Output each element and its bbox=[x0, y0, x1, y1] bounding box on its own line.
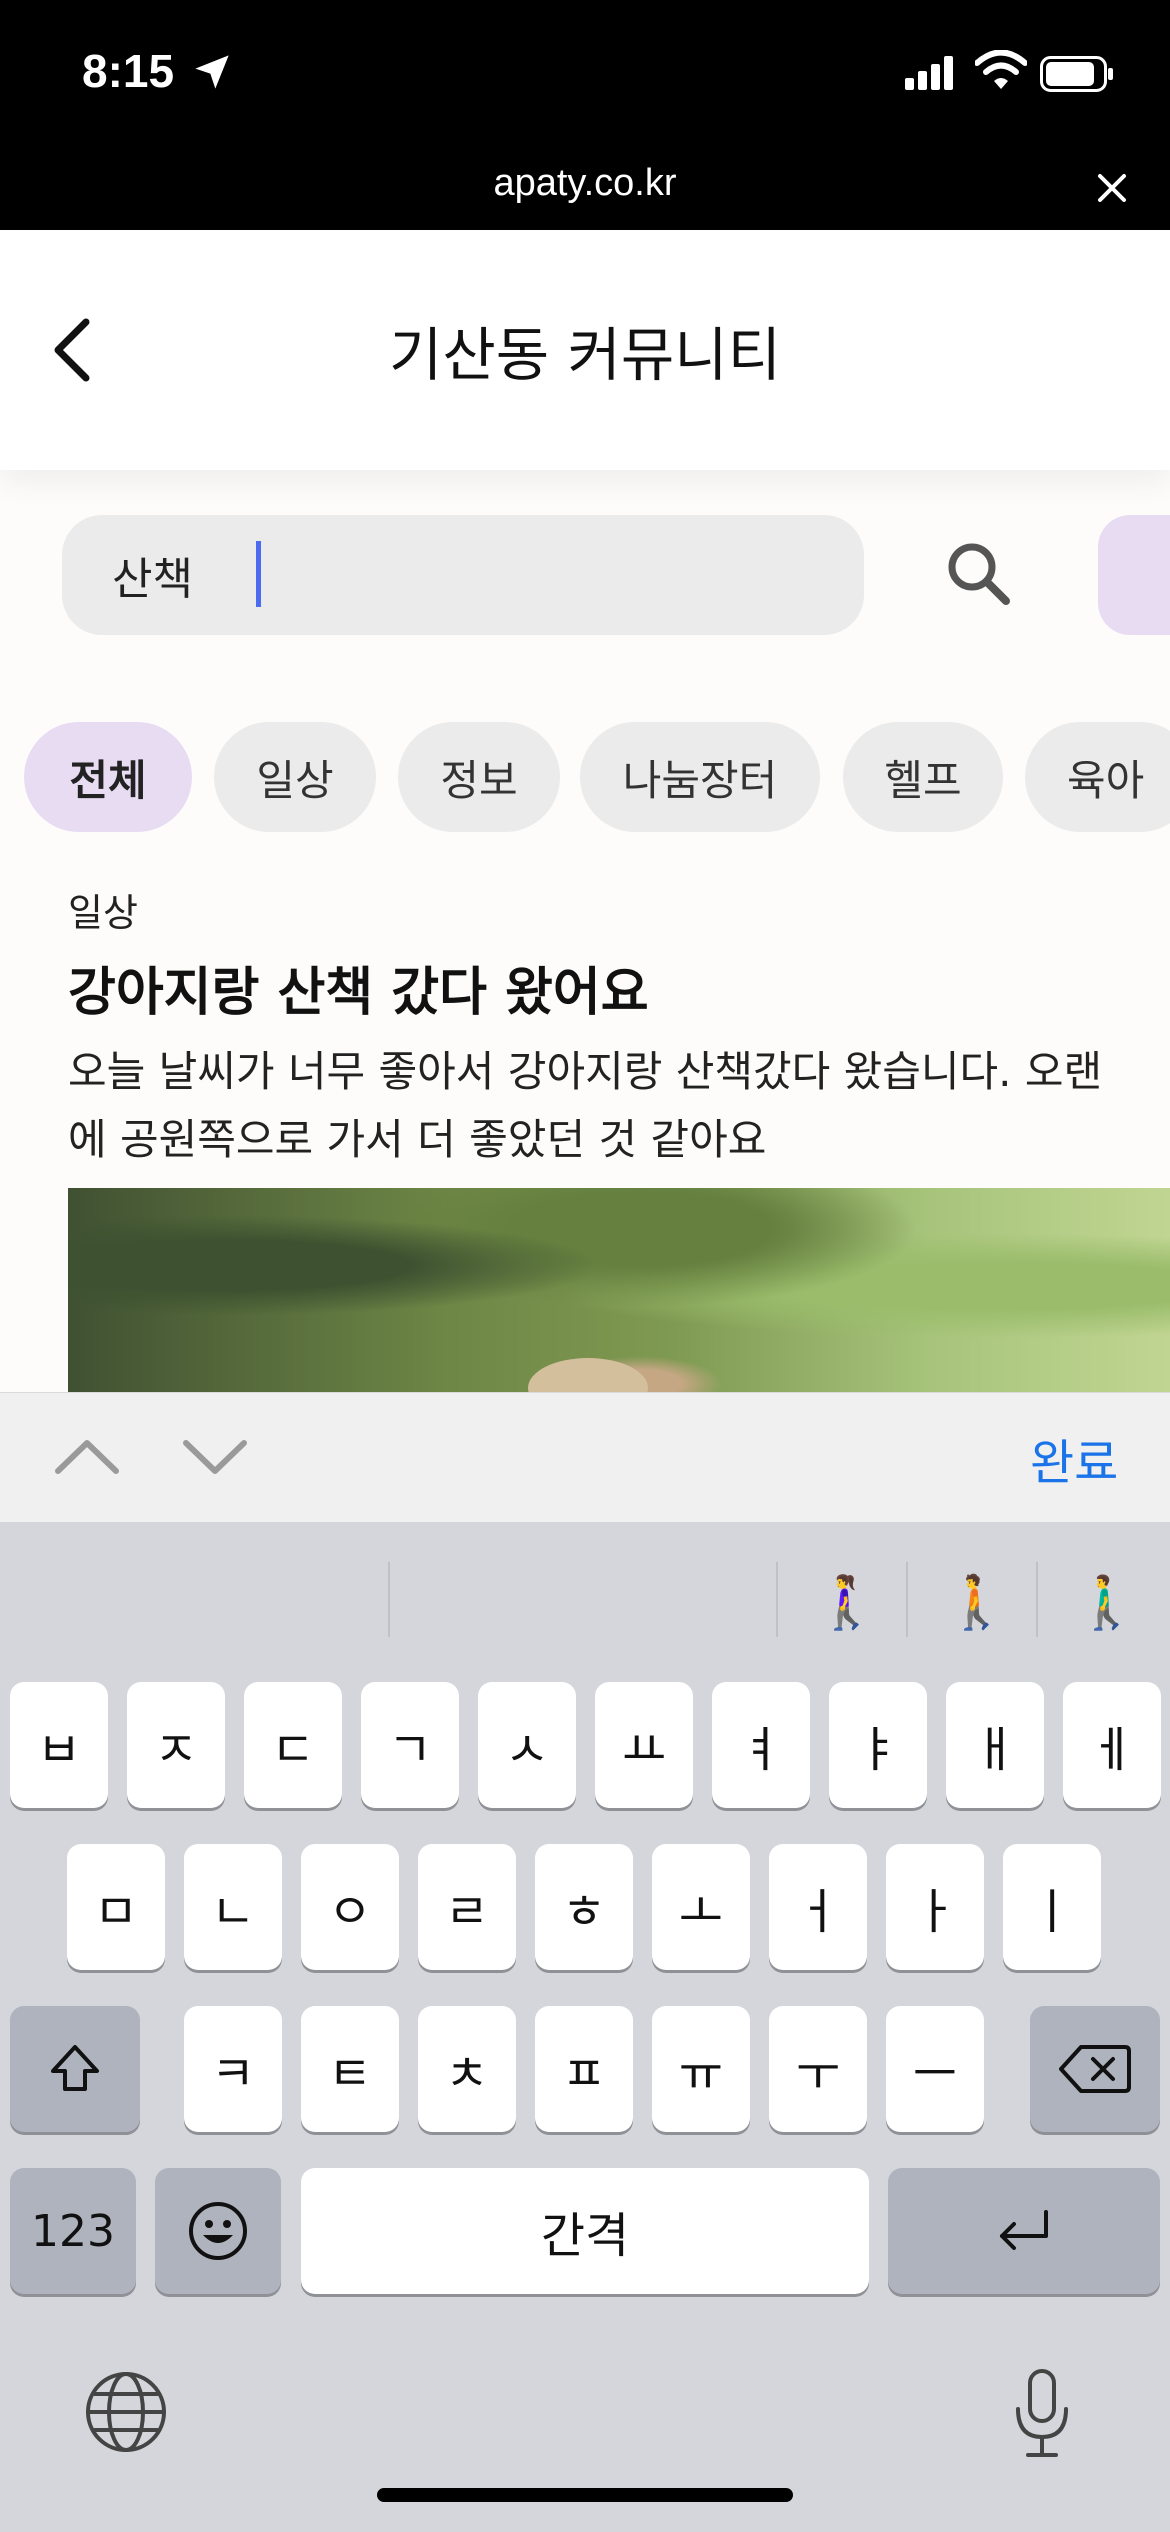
key[interactable]: ㅊ bbox=[418, 2006, 516, 2132]
prediction-bar: 🚶‍♀️ 🚶 🚶‍♂️ bbox=[0, 1522, 1170, 1672]
text-caret bbox=[256, 541, 261, 607]
emoji-suggestion[interactable]: 🚶‍♀️ bbox=[814, 1572, 879, 1633]
key[interactable]: ㅗ bbox=[652, 1844, 750, 1970]
url-bar: apaty.co.kr bbox=[0, 150, 1170, 230]
key[interactable]: ㅑ bbox=[829, 1682, 927, 1808]
chip-help[interactable]: 헬프 bbox=[843, 722, 1003, 832]
key[interactable]: ㄱ bbox=[361, 1682, 459, 1808]
divider bbox=[906, 1562, 908, 1637]
numbers-key[interactable]: 123 bbox=[10, 2168, 136, 2294]
location-arrow-icon bbox=[192, 52, 232, 96]
divider bbox=[776, 1562, 778, 1637]
dog-photo-detail bbox=[528, 1358, 648, 1392]
key[interactable]: ㅐ bbox=[946, 1682, 1044, 1808]
home-indicator bbox=[377, 2488, 793, 2502]
chevron-down-icon[interactable] bbox=[180, 1431, 250, 1485]
key[interactable]: ㅣ bbox=[1003, 1844, 1101, 1970]
chevron-up-icon[interactable] bbox=[52, 1431, 122, 1485]
chip-info[interactable]: 정보 bbox=[398, 722, 560, 832]
shift-icon bbox=[51, 2045, 99, 2091]
search-icon[interactable] bbox=[940, 535, 1020, 615]
post-body[interactable]: 오늘 날씨가 너무 좋아서 강아지랑 산책갔다 왔습니다. 오랜 에 공원쪽으로… bbox=[68, 1038, 1170, 1174]
emoji-key[interactable] bbox=[155, 2168, 281, 2294]
emoji-suggestion[interactable]: 🚶‍♂️ bbox=[1074, 1572, 1139, 1633]
post-title[interactable]: 강아지랑 산책 갔다 왔어요 bbox=[68, 950, 649, 1025]
backspace-icon bbox=[1059, 2045, 1131, 2093]
key[interactable]: ㅛ bbox=[595, 1682, 693, 1808]
post-body-line: 오늘 날씨가 너무 좋아서 강아지랑 산책갔다 왔습니다. 오랜 bbox=[68, 1047, 1103, 1096]
key[interactable]: ㅌ bbox=[301, 2006, 399, 2132]
key[interactable]: ㅅ bbox=[478, 1682, 576, 1808]
divider bbox=[1036, 1562, 1038, 1637]
chip-parenting[interactable]: 육아 bbox=[1025, 722, 1170, 832]
cellular-signal-icon bbox=[905, 56, 955, 94]
key[interactable]: ㅜ bbox=[769, 2006, 867, 2132]
smiley-icon bbox=[189, 2202, 247, 2260]
return-icon bbox=[1000, 2210, 1048, 2250]
page-title: 기산동 커뮤니티 bbox=[389, 321, 781, 389]
post-category: 일상 bbox=[68, 891, 138, 935]
key[interactable]: ㅏ bbox=[886, 1844, 984, 1970]
wifi-icon bbox=[974, 49, 1028, 94]
key[interactable]: ㅠ bbox=[652, 2006, 750, 2132]
key[interactable]: ㅔ bbox=[1063, 1682, 1161, 1808]
shift-key[interactable] bbox=[10, 2006, 140, 2132]
key[interactable]: ㅕ bbox=[712, 1682, 810, 1808]
status-time: 8:15 bbox=[82, 45, 175, 97]
key[interactable]: ㄹ bbox=[418, 1844, 516, 1970]
search-box[interactable] bbox=[62, 515, 864, 635]
microphone-icon[interactable] bbox=[1010, 2365, 1074, 2465]
category-chips: 전체 일상 정보 나눔장터 헬프 육아 bbox=[0, 722, 1170, 834]
key[interactable]: ㅇ bbox=[301, 1844, 399, 1970]
url-text: apaty.co.kr bbox=[493, 162, 677, 204]
backspace-key[interactable] bbox=[1030, 2006, 1160, 2132]
divider bbox=[388, 1562, 390, 1637]
key[interactable]: ㅡ bbox=[886, 2006, 984, 2132]
done-button[interactable]: 완료 bbox=[1030, 1423, 1118, 1493]
space-key[interactable]: 간격 bbox=[301, 2168, 869, 2294]
page-header: 기산동 커뮤니티 bbox=[0, 230, 1170, 470]
search-input[interactable] bbox=[112, 545, 660, 605]
key[interactable]: ㅂ bbox=[10, 1682, 108, 1808]
close-icon[interactable] bbox=[1092, 168, 1132, 212]
emoji-suggestion[interactable]: 🚶 bbox=[944, 1572, 1009, 1633]
post-image[interactable] bbox=[68, 1188, 1170, 1392]
keyboard-accessory-bar: 완료 bbox=[0, 1392, 1170, 1522]
chip-daily[interactable]: 일상 bbox=[214, 722, 376, 832]
key[interactable]: ㅍ bbox=[535, 2006, 633, 2132]
status-bar: 8:15 bbox=[0, 0, 1170, 150]
battery-icon bbox=[1040, 56, 1114, 96]
chip-sharing-market[interactable]: 나눔장터 bbox=[580, 722, 820, 832]
return-key[interactable] bbox=[888, 2168, 1160, 2294]
key[interactable]: ㅈ bbox=[127, 1682, 225, 1808]
key[interactable]: ㅎ bbox=[535, 1844, 633, 1970]
key[interactable]: ㄷ bbox=[244, 1682, 342, 1808]
chip-all[interactable]: 전체 bbox=[24, 722, 192, 832]
key[interactable]: ㅋ bbox=[184, 2006, 282, 2132]
key[interactable]: ㅁ bbox=[67, 1844, 165, 1970]
post-body-line: 에 공원쪽으로 가서 더 좋았던 것 같아요 bbox=[68, 1115, 767, 1164]
write-button[interactable] bbox=[1098, 515, 1170, 635]
key[interactable]: ㄴ bbox=[184, 1844, 282, 1970]
key[interactable]: ㅓ bbox=[769, 1844, 867, 1970]
globe-icon[interactable] bbox=[84, 2370, 168, 2458]
